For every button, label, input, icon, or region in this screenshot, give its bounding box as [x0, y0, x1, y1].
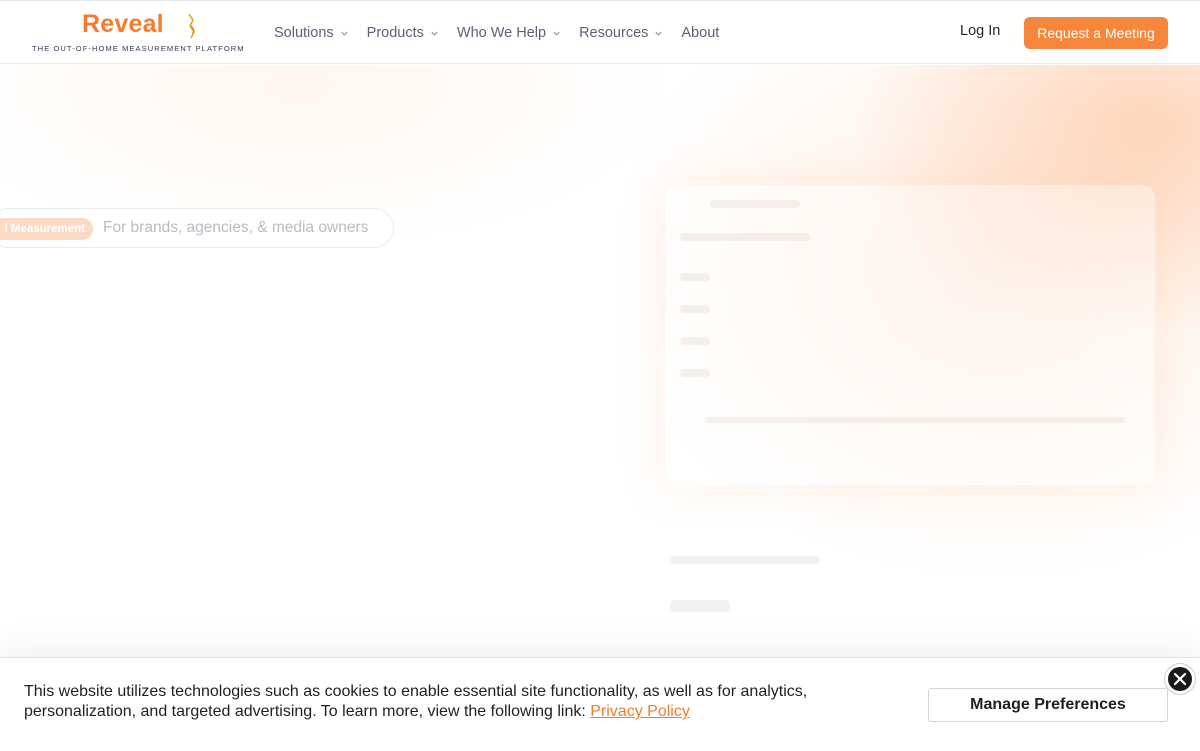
preview-line: [670, 600, 730, 612]
nav-item-label: Solutions: [274, 25, 334, 41]
nav-item-who-we-help[interactable]: Who We Help: [457, 23, 561, 43]
main-nav: Solutions Products Who We Help Resources…: [274, 23, 737, 43]
nav-item-products[interactable]: Products: [367, 23, 439, 43]
preview-line: [680, 337, 710, 345]
preview-line: [705, 417, 1125, 423]
nav-item-label: About: [681, 25, 720, 41]
chevron-down-icon: [341, 31, 348, 36]
preview-line: [670, 556, 820, 564]
logo-wordmark: Reveal: [82, 10, 164, 38]
manage-preferences-button[interactable]: Manage Preferences: [928, 688, 1168, 722]
preview-line: [710, 200, 800, 208]
logo[interactable]: Reveal THE OUT-OF-HOME MEASUREMENT PLATF…: [32, 10, 245, 56]
audience-text: For brands, agencies, & media owners: [103, 219, 369, 236]
close-icon: [1168, 667, 1192, 691]
hero-preview-panel: [665, 185, 1155, 485]
preview-line: [680, 369, 710, 377]
chevron-down-icon: [655, 31, 662, 36]
cookie-banner: This website utilizes technologies such …: [0, 657, 1200, 751]
measurement-badge: l Measurement: [0, 218, 93, 240]
login-link[interactable]: Log In: [960, 23, 1000, 39]
chevron-down-icon: [553, 31, 560, 36]
hero-preview-card: [660, 530, 1180, 650]
privacy-policy-link[interactable]: Privacy Policy: [590, 703, 690, 720]
chevron-down-icon: [431, 31, 438, 36]
logo-mark-icon: [188, 13, 195, 39]
nav-item-about[interactable]: About: [681, 23, 719, 43]
cookie-message: This website utilizes technologies such …: [24, 682, 844, 722]
audience-pill: l Measurement For brands, agencies, & me…: [0, 208, 394, 248]
preview-line: [680, 305, 710, 313]
preview-line: [680, 233, 810, 241]
nav-item-solutions[interactable]: Solutions: [274, 23, 349, 43]
logo-tagline: THE OUT-OF-HOME MEASUREMENT PLATFORM: [32, 44, 245, 53]
cookie-close-button[interactable]: [1164, 663, 1196, 695]
nav-item-label: Who We Help: [456, 25, 547, 41]
nav-item-label: Resources: [579, 25, 649, 41]
preview-line: [680, 273, 710, 281]
nav-item-label: Products: [366, 25, 424, 41]
nav-item-resources[interactable]: Resources: [579, 23, 663, 43]
request-meeting-button[interactable]: Request a Meeting: [1024, 17, 1168, 49]
site-header: Reveal THE OUT-OF-HOME MEASUREMENT PLATF…: [0, 0, 1200, 64]
